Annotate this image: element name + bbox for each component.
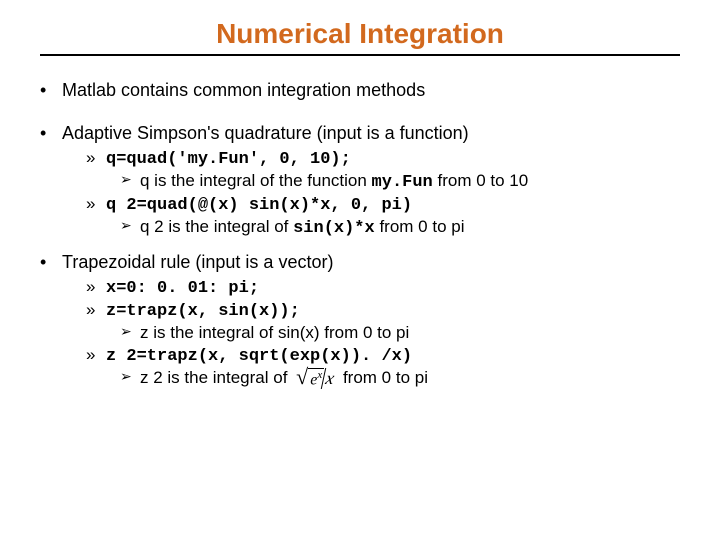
- code-z: z=trapz(x, sin(x));: [106, 302, 300, 321]
- desc-z2-pre: z 2 is the integral of: [140, 368, 292, 387]
- desc-q-post: from 0 to 10: [433, 171, 528, 190]
- desc-z: z is the integral of sin(x) from 0 to pi: [120, 323, 680, 343]
- desc-q2-pre: q 2 is the integral of: [140, 217, 293, 236]
- bullet-simpson: Adaptive Simpson's quadrature (input is …: [40, 123, 680, 144]
- code-line-q: q=quad('my.Fun', 0, 10);: [86, 148, 680, 169]
- code-line-z2: z 2=trapz(x, sqrt(exp(x)). /x): [86, 345, 680, 366]
- code-q: q=quad('my.Fun', 0, 10);: [106, 150, 351, 169]
- bullet-trapz: Trapezoidal rule (input is a vector): [40, 252, 680, 273]
- desc-q-pre: q is the integral of the function: [140, 171, 372, 190]
- code-q2: q 2=quad(@(x) sin(x)*x, 0, pi): [106, 196, 412, 215]
- formula-sqrt-ex-over-x: √ ex x: [296, 368, 334, 389]
- desc-q: q is the integral of the function my.Fun…: [120, 171, 680, 192]
- code-line-x: x=0: 0. 01: pi;: [86, 277, 680, 298]
- code-line-q2: q 2=quad(@(x) sin(x)*x, 0, pi): [86, 194, 680, 215]
- slide-title: Numerical Integration: [40, 18, 680, 50]
- desc-q2-post: from 0 to pi: [375, 217, 465, 236]
- desc-z2: z 2 is the integral of √ ex x from 0 to …: [120, 368, 680, 389]
- formula-exp: x: [317, 369, 322, 381]
- desc-q2-code: sin(x)*x: [293, 219, 375, 238]
- desc-q-code: my.Fun: [372, 173, 433, 192]
- title-divider: [40, 54, 680, 56]
- code-x: x=0: 0. 01: pi;: [106, 279, 259, 298]
- code-z2: z 2=trapz(x, sqrt(exp(x)). /x): [106, 347, 412, 366]
- bullet-intro: Matlab contains common integration metho…: [40, 80, 680, 101]
- desc-z2-post: from 0 to pi: [343, 368, 428, 387]
- desc-q2: q 2 is the integral of sin(x)*x from 0 t…: [120, 217, 680, 238]
- code-line-z: z=trapz(x, sin(x));: [86, 300, 680, 321]
